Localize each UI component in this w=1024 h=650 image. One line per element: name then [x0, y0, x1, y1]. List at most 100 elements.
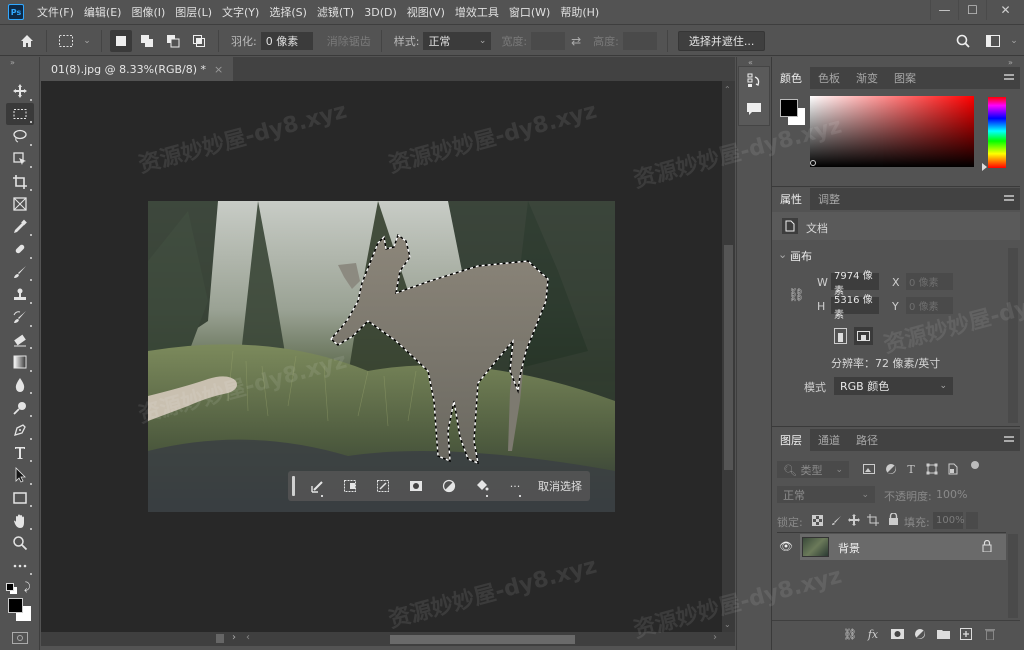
menu-plugins[interactable]: 增效工具: [450, 0, 504, 25]
quick-mask-icon[interactable]: [12, 632, 28, 644]
search-icon[interactable]: [952, 30, 974, 52]
move-tool[interactable]: [6, 80, 34, 103]
path-selection-tool[interactable]: [6, 464, 34, 487]
tab-channels[interactable]: 通道: [810, 429, 848, 451]
tab-paths[interactable]: 路径: [848, 429, 886, 451]
canvas-section-title[interactable]: 画布: [790, 248, 812, 264]
fill-selection-button[interactable]: [470, 475, 494, 497]
antialias-checkbox[interactable]: 消除锯齿: [327, 33, 371, 49]
eraser-tool[interactable]: [6, 329, 34, 352]
filter-toggle-icon[interactable]: [971, 461, 979, 469]
fill-field[interactable]: 100%: [933, 512, 965, 529]
new-adjustment-layer-icon[interactable]: [913, 627, 927, 641]
preset-chevron-down-icon[interactable]: ⌄: [81, 30, 93, 52]
layer-name[interactable]: 背景: [838, 540, 860, 556]
menu-view[interactable]: 视图(V): [402, 0, 450, 25]
canvas-width-field[interactable]: 7974 像素: [831, 271, 879, 297]
layer-effects-icon[interactable]: fx: [866, 627, 880, 641]
close-document-icon[interactable]: ×: [214, 63, 223, 76]
portrait-orientation-icon[interactable]: [834, 328, 847, 344]
menu-help[interactable]: 帮助(H): [555, 0, 604, 25]
horizontal-scrollbar[interactable]: [41, 632, 735, 646]
workspace-chevron-down-icon[interactable]: ⌄: [1008, 30, 1020, 52]
menu-edit[interactable]: 编辑(E): [79, 0, 127, 25]
scroll-up-icon[interactable]: ⌃: [724, 85, 731, 94]
expand-panels-icon[interactable]: »: [1008, 58, 1013, 67]
close-window-button[interactable]: ✕: [986, 0, 1024, 20]
properties-panel-menu-icon[interactable]: [1004, 195, 1014, 201]
gradient-tool[interactable]: [6, 351, 34, 374]
layer-visibility-eye-icon[interactable]: 👁︎: [779, 540, 793, 553]
frame-tool[interactable]: [6, 193, 34, 216]
swap-dimensions-icon[interactable]: ⇄: [567, 30, 585, 52]
color-mode-select[interactable]: RGB 颜色 ⌄: [834, 377, 953, 395]
rectangle-tool[interactable]: [6, 487, 34, 510]
create-mask-button[interactable]: [404, 475, 428, 497]
tab-color[interactable]: 颜色: [772, 67, 810, 89]
hue-slider-pointer[interactable]: [982, 163, 987, 171]
pen-tool[interactable]: [6, 419, 34, 442]
lock-artboard-icon[interactable]: [866, 513, 880, 527]
expand-toolbar-icon[interactable]: »: [10, 58, 15, 67]
history-panel-icon[interactable]: [739, 67, 769, 95]
menu-filter[interactable]: 滤镜(T): [312, 0, 359, 25]
status-bar-icon[interactable]: [216, 634, 224, 643]
marquee-preset-icon[interactable]: [55, 30, 77, 52]
link-layers-icon[interactable]: ⛓: [843, 627, 857, 641]
blur-tool[interactable]: [6, 374, 34, 397]
tab-layers[interactable]: 图层: [772, 429, 810, 451]
color-panel-menu-icon[interactable]: [1004, 74, 1014, 80]
dodge-tool[interactable]: [6, 396, 34, 419]
tab-gradients[interactable]: 渐变: [848, 67, 886, 89]
hue-slider[interactable]: [988, 97, 1006, 168]
filter-adjustment-layers-icon[interactable]: [884, 462, 898, 476]
document-image[interactable]: [148, 201, 615, 512]
tab-adjustments[interactable]: 调整: [810, 188, 848, 210]
horizontal-scrollbar-thumb[interactable]: [390, 635, 575, 644]
taskbar-drag-handle[interactable]: [292, 476, 295, 496]
layer-row-background[interactable]: [800, 534, 1006, 560]
new-selection-icon[interactable]: [110, 29, 132, 52]
deselect-button[interactable]: 取消选择: [538, 478, 582, 494]
add-to-selection-icon[interactable]: [136, 30, 158, 52]
lock-all-icon[interactable]: [886, 512, 900, 526]
intersect-selection-icon[interactable]: [188, 30, 210, 52]
scroll-right-icon[interactable]: ›: [713, 632, 717, 643]
workspace-icon[interactable]: [982, 30, 1004, 52]
height-input[interactable]: [622, 31, 657, 50]
subtract-from-selection-icon[interactable]: [162, 30, 184, 52]
type-tool[interactable]: [6, 442, 34, 465]
swap-colors-icon[interactable]: ⤸: [24, 580, 31, 594]
filter-shape-layers-icon[interactable]: [925, 462, 939, 476]
properties-scrollbar[interactable]: [1008, 248, 1018, 423]
landscape-orientation-icon[interactable]: [854, 327, 873, 345]
saturation-brightness-picker[interactable]: [810, 96, 974, 167]
layers-scrollbar[interactable]: [1008, 534, 1018, 618]
history-brush-tool[interactable]: [6, 306, 34, 329]
eyedropper-tool[interactable]: [6, 216, 34, 239]
menu-layer[interactable]: 图层(L): [170, 0, 217, 25]
spot-healing-brush-tool[interactable]: [6, 238, 34, 261]
more-options-button[interactable]: ···: [503, 475, 527, 497]
minimize-button[interactable]: —: [930, 0, 958, 20]
select-and-mask-button[interactable]: 选择并遮住...: [677, 30, 766, 51]
filter-pixel-layers-icon[interactable]: [862, 462, 876, 476]
adjustment-layer-button[interactable]: [437, 475, 461, 497]
feather-input[interactable]: 0 像素: [260, 31, 313, 50]
delete-layer-icon[interactable]: [983, 627, 997, 641]
rectangular-marquee-tool[interactable]: [6, 102, 34, 126]
menu-image[interactable]: 图像(I): [126, 0, 170, 25]
color-panel-foreground-swatch[interactable]: [780, 99, 798, 117]
canvas-y-field[interactable]: 0 像素: [906, 297, 953, 314]
status-bar-expand-icon[interactable]: ›: [232, 632, 236, 643]
fill-dropdown[interactable]: [966, 512, 978, 529]
style-select[interactable]: 正常 ⌄: [423, 31, 492, 50]
layer-filter-select[interactable]: 🔍︎ 类型 ⌄: [777, 461, 849, 478]
document-tab[interactable]: 01(8).jpg @ 8.33%(RGB/8) * ×: [41, 57, 234, 81]
width-input[interactable]: [531, 31, 566, 50]
color-picker-cursor[interactable]: [810, 160, 816, 166]
zoom-tool[interactable]: [6, 532, 34, 555]
layer-locked-icon[interactable]: [982, 539, 992, 555]
foreground-color-swatch[interactable]: [8, 598, 23, 613]
tab-patterns[interactable]: 图案: [886, 67, 924, 89]
